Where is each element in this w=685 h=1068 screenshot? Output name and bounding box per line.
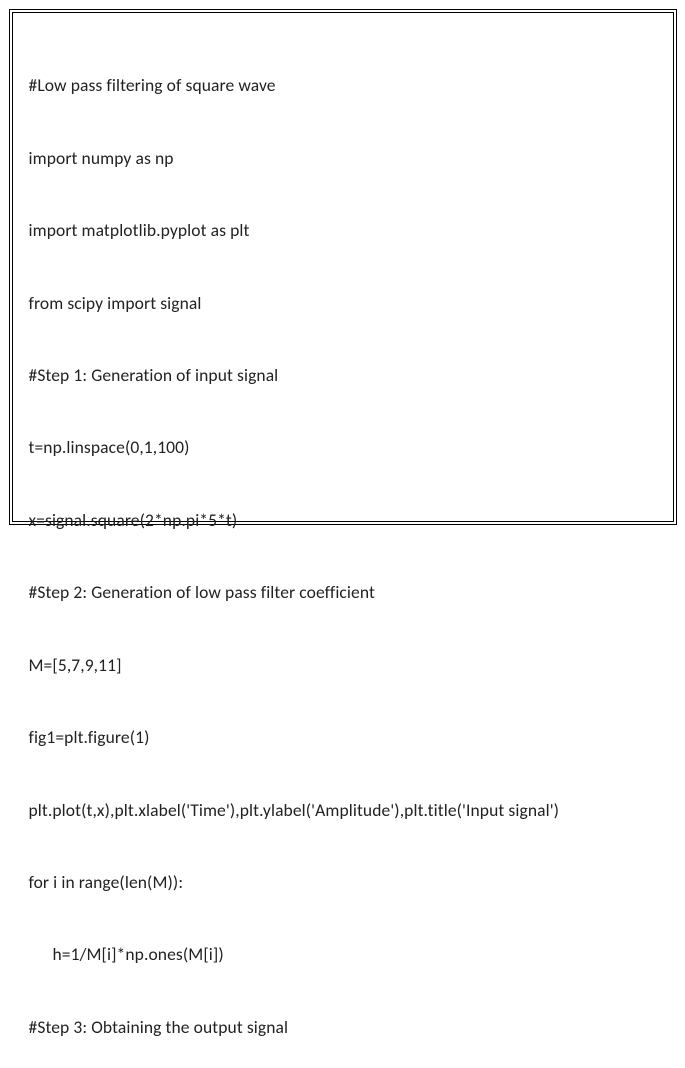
code-line: h=1/M[i]*np.ones(M[i]): [29, 942, 657, 966]
code-line: x=signal.square(2*np.pi*5*t): [29, 508, 657, 532]
code-line: for i in range(len(M)):: [29, 870, 657, 894]
code-line: #Step 3: Obtaining the output signal: [29, 1015, 657, 1039]
code-line: #Step 1: Generation of input signal: [29, 363, 657, 387]
code-block: #Low pass filtering of square wave impor…: [29, 25, 657, 1068]
code-line: #Low pass filtering of square wave: [29, 73, 657, 97]
code-line: fig1=plt.figure(1): [29, 725, 657, 749]
code-frame: #Low pass filtering of square wave impor…: [9, 9, 677, 525]
code-line: M=[5,7,9,11]: [29, 653, 657, 677]
code-line: t=np.linspace(0,1,100): [29, 435, 657, 459]
code-line: import matplotlib.pyplot as plt: [29, 218, 657, 242]
code-line: import numpy as np: [29, 146, 657, 170]
code-line: plt.plot(t,x),plt.xlabel('Time'),plt.yla…: [29, 798, 657, 822]
code-line: from scipy import signal: [29, 291, 657, 315]
code-line: #Step 2: Generation of low pass filter c…: [29, 580, 657, 604]
